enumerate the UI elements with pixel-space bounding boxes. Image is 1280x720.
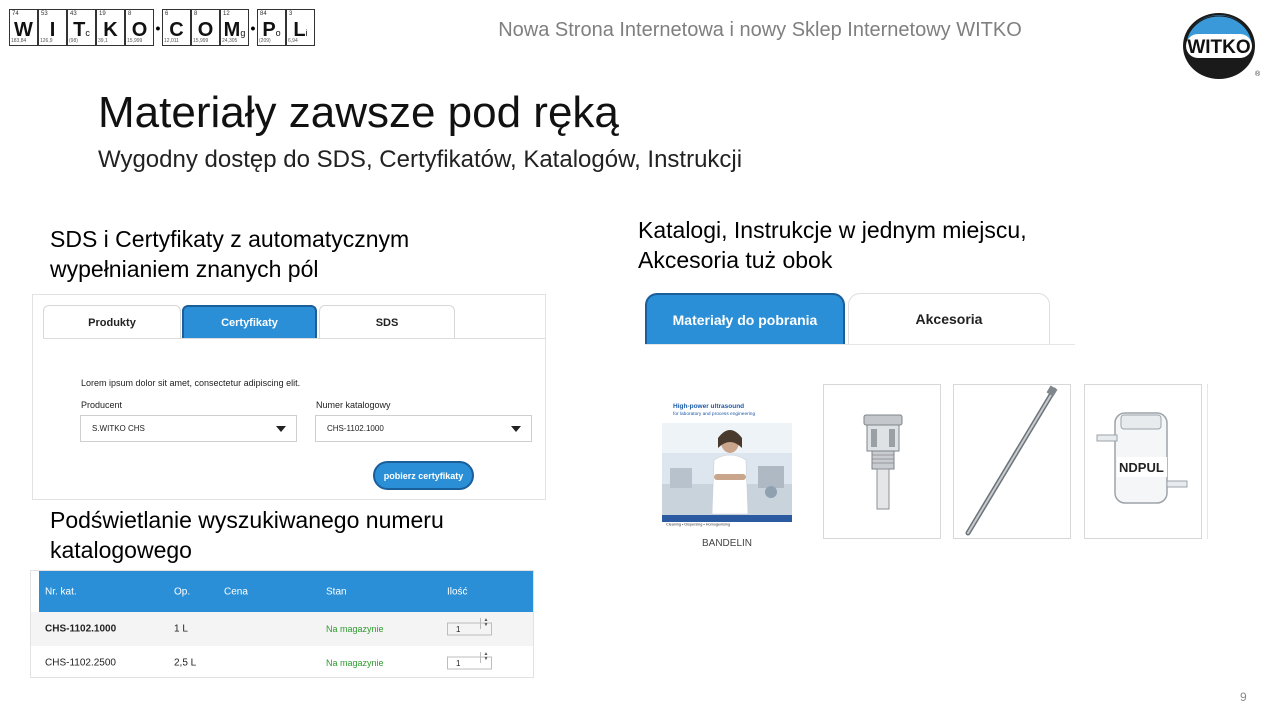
caret-down-icon bbox=[511, 426, 521, 432]
quantity-value: 1 bbox=[456, 624, 461, 634]
download-certificates-button[interactable]: pobierz certyfikaty bbox=[373, 461, 474, 490]
table-row-highlighted[interactable]: CHS-1102.1000 1 L Na magazynie 1 ▲ ▼ bbox=[31, 612, 533, 646]
column-header: Op. bbox=[174, 586, 191, 597]
table-row[interactable]: CHS-1102.2500 2,5 L Na magazynie 1 ▲ ▼ bbox=[31, 646, 533, 680]
downloads-caption: Katalogi, Instrukcje w jednym miejscu, A… bbox=[638, 215, 1027, 275]
producer-select-value: S.WITKO CHS bbox=[92, 424, 145, 433]
tab-sds[interactable]: SDS bbox=[319, 305, 455, 339]
highlight-caption-line: Podświetlanie wyszukiwanego numeru bbox=[50, 507, 444, 533]
downloads-caption-line: Akcesoria tuż obok bbox=[638, 247, 833, 273]
producer-select[interactable]: S.WITKO CHS bbox=[80, 415, 297, 442]
product-table: Nr. kat. Op. Cena Stan Ilość CHS-1102.10… bbox=[30, 570, 534, 678]
package-cell: 1 L bbox=[174, 623, 188, 635]
logo-tile: 8 O 15,999 bbox=[191, 9, 220, 46]
downloads-caption-line: Katalogi, Instrukcje w jednym miejscu, bbox=[638, 217, 1027, 243]
spinner-arrows-icon[interactable]: ▲ ▼ bbox=[480, 652, 491, 663]
producer-label: Producent bbox=[81, 400, 123, 410]
page-number: 9 bbox=[1240, 690, 1247, 704]
catalog-number-select-value: CHS-1102.1000 bbox=[327, 424, 384, 433]
column-header: Cena bbox=[224, 586, 248, 597]
quantity-stepper[interactable]: 1 ▲ ▼ bbox=[447, 618, 492, 636]
cert-caption: SDS i Certyfikaty z automatycznym wypełn… bbox=[50, 224, 409, 284]
header-title: Nowa Strona Internetowa i nowy Sklep Int… bbox=[498, 19, 1022, 41]
catalog-number-cell: CHS-1102.1000 bbox=[45, 623, 117, 635]
cert-caption-line: wypełnianiem znanych pól bbox=[50, 256, 319, 282]
catalog-caption: BANDELIN bbox=[701, 538, 752, 549]
catalog-heading: High-power ultrasound bbox=[673, 403, 744, 410]
logo-tile: 12 Mg 24,305 bbox=[220, 9, 249, 46]
tab-materials-download[interactable]: Materiały do pobrania bbox=[645, 293, 845, 344]
column-header: Ilość bbox=[447, 586, 468, 597]
accessory-flow-cell-image[interactable]: NDPUL bbox=[1084, 384, 1202, 539]
quantity-stepper[interactable]: 1 ▲ ▼ bbox=[447, 652, 492, 670]
package-cell: 2,5 L bbox=[174, 657, 197, 669]
logo-dot: • bbox=[155, 19, 161, 36]
page-subtitle: Wygodny dostęp do SDS, Certyfikatów, Kat… bbox=[98, 146, 743, 173]
stock-cell: Na magazynie bbox=[326, 624, 384, 634]
glass-flow-cell-icon: NDPUL bbox=[1096, 412, 1188, 504]
witko-logo: WITKO ® bbox=[1183, 13, 1260, 79]
flow-cell-label: NDPUL bbox=[1119, 460, 1164, 475]
thumb-divider bbox=[1207, 384, 1208, 539]
caret-down-icon bbox=[276, 426, 286, 432]
description-text: Lorem ipsum dolor sit amet, consectetur … bbox=[81, 378, 301, 388]
accessory-probe-image[interactable] bbox=[953, 384, 1071, 539]
tab-produkty[interactable]: Produkty bbox=[43, 305, 181, 339]
catalog-footer: Cleaning • Dispersing • Homogenising bbox=[666, 523, 730, 527]
logo-tile: 84 Po (209) bbox=[257, 9, 286, 46]
logo-tile: 19 K 39,1 bbox=[96, 9, 125, 46]
catalog-number-label: Numer katalogowy bbox=[316, 400, 391, 410]
column-header: Stan bbox=[326, 586, 347, 597]
logo-tile: 6 C 12,011 bbox=[162, 9, 191, 46]
catalog-cover-image[interactable]: High-power ultrasound for laboratory and… bbox=[660, 398, 794, 528]
tab-certyfikaty[interactable]: Certyfikaty bbox=[182, 305, 317, 339]
certificates-panel: Produkty Certyfikaty SDS Lorem ipsum dol… bbox=[32, 294, 546, 500]
highlight-caption: Podświetlanie wyszukiwanego numeru katal… bbox=[50, 505, 444, 565]
catalog-subheading: for laboratory and process engineering bbox=[673, 411, 755, 417]
highlight-caption-line: katalogowego bbox=[50, 537, 192, 563]
witko-logo-text: WITKO bbox=[1187, 37, 1250, 58]
logo-tile: 74 W 183,84 bbox=[9, 9, 38, 46]
sonotrode-horn-icon bbox=[863, 414, 903, 510]
tab-divider bbox=[43, 338, 545, 339]
probe-tip-icon bbox=[965, 385, 1058, 536]
catalog-number-select[interactable]: CHS-1102.1000 bbox=[315, 415, 532, 442]
page-title: Materiały zawsze pod ręką bbox=[98, 88, 619, 137]
tabs-divider bbox=[645, 344, 1075, 345]
logo-tile: 8 O 15,999 bbox=[125, 9, 154, 46]
witko-compl-logo: 74 W 183,84 53 I 126,9 43 Tc (98) 19 K 39,1 8 O 15… bbox=[9, 9, 357, 49]
logo-dot: • bbox=[250, 19, 256, 36]
registered-mark: ® bbox=[1255, 70, 1260, 78]
cert-caption-line: SDS i Certyfikaty z automatycznym bbox=[50, 226, 410, 252]
spinner-arrows-icon[interactable]: ▲ ▼ bbox=[480, 618, 491, 629]
catalog-number-cell: CHS-1102.2500 bbox=[45, 657, 116, 669]
tab-accessories[interactable]: Akcesoria bbox=[848, 293, 1050, 344]
quantity-value: 1 bbox=[456, 658, 461, 668]
accessory-horn-image[interactable] bbox=[823, 384, 941, 539]
logo-tile: 43 Tc (98) bbox=[67, 9, 96, 46]
table-header: Nr. kat. Op. Cena Stan Ilość bbox=[39, 571, 533, 612]
logo-tile: 53 I 126,9 bbox=[38, 9, 67, 46]
stock-cell: Na magazynie bbox=[326, 658, 384, 668]
column-header: Nr. kat. bbox=[45, 586, 77, 597]
logo-tile: 3 Li 6,94 bbox=[286, 9, 315, 46]
